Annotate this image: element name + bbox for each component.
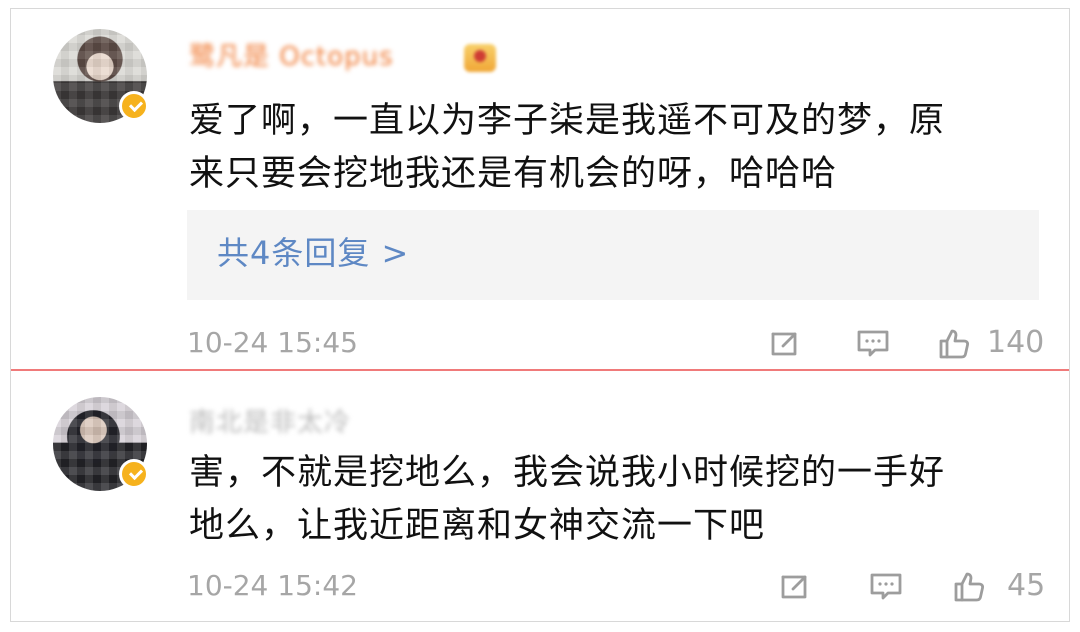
comment-footer: 10-24 15:45 140 [187, 326, 1047, 366]
comment-item: 南北是非太冷 害，不就是挖地么，我会说我小时候挖的一手好 地么，让我近距离和女神… [11, 371, 1069, 621]
share-icon[interactable] [777, 569, 813, 605]
replies-box[interactable]: 共4条回复 > [187, 210, 1039, 300]
replies-link[interactable]: 共4条回复 > [217, 235, 409, 271]
avatar[interactable] [53, 397, 149, 491]
verified-badge-icon [119, 459, 149, 489]
like-icon[interactable] [952, 569, 988, 605]
like-count: 140 [987, 325, 1045, 360]
comment-time: 10-24 15:45 [187, 326, 358, 359]
comment-time: 10-24 15:42 [187, 569, 358, 602]
comment-item: 鹭凡是 Octopus 爱了啊，一直以为李子柒是我遥不可及的梦，原 来只要会挖地… [11, 9, 1069, 369]
member-badge-icon [464, 44, 496, 72]
comment-text: 害，不就是挖地么，我会说我小时候挖的一手好 地么，让我近距离和女神交流一下吧 [189, 453, 946, 546]
comment-text: 爱了啊，一直以为李子柒是我遥不可及的梦，原 来只要会挖地我还是有机会的呀，哈哈哈 [189, 101, 946, 194]
like-count: 45 [1007, 568, 1046, 603]
username[interactable]: 南北是非太冷 [189, 409, 351, 437]
share-icon[interactable] [767, 326, 803, 362]
like-icon[interactable] [937, 326, 973, 362]
comment-icon[interactable] [868, 569, 904, 605]
comment-list: 鹭凡是 Octopus 爱了啊，一直以为李子柒是我遥不可及的梦，原 来只要会挖地… [10, 8, 1070, 622]
username[interactable]: 鹭凡是 Octopus [189, 43, 394, 71]
verified-badge-icon [119, 91, 149, 121]
avatar[interactable] [53, 29, 149, 123]
comment-icon[interactable] [855, 326, 891, 362]
comment-footer: 10-24 15:42 45 [187, 569, 1047, 609]
